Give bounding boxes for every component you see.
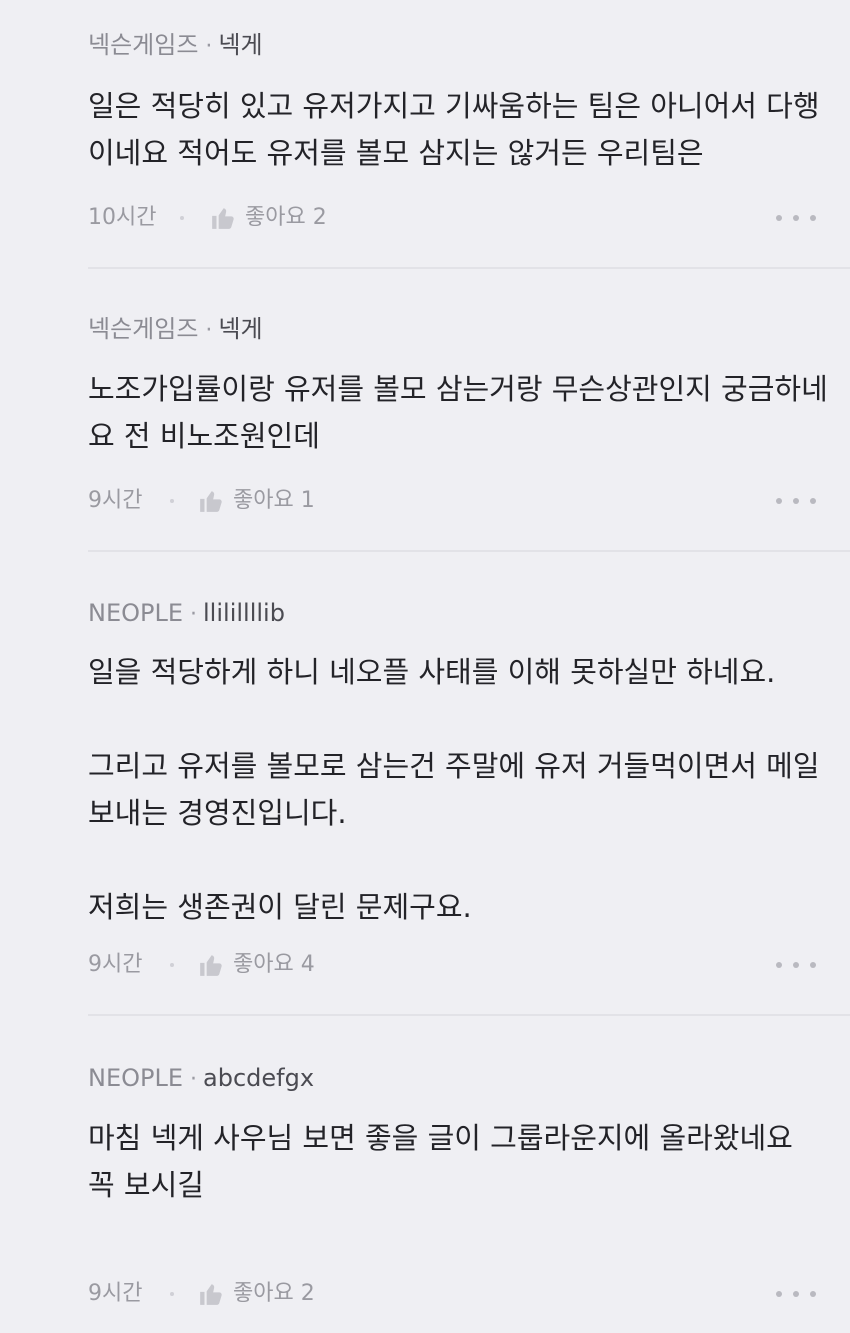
comment-footer: 9시간 좋아요 2 — [88, 1274, 816, 1314]
footer-separator — [170, 499, 174, 503]
comment-time: 9시간 — [88, 1281, 143, 1306]
company-name: NEOPLE — [88, 599, 184, 627]
comment-divider — [88, 267, 850, 269]
like-button[interactable]: 좋아요 2 — [210, 198, 327, 238]
meta-separator: · — [190, 602, 198, 627]
like-button[interactable]: 좋아요 2 — [198, 1274, 315, 1314]
more-dot — [793, 215, 799, 221]
comment-footer: 9시간 좋아요 4 — [88, 945, 816, 985]
more-options-button[interactable] — [776, 487, 816, 515]
comment-text: 마침 넥게 사우님 보면 좋을 글이 그룹라운지에 올라왔네요 꼭 보시길 — [88, 1121, 793, 1202]
author-name[interactable]: 넥게 — [218, 315, 262, 343]
like-label: 좋아요 2 — [233, 1281, 315, 1306]
thumbs-up-icon — [198, 488, 224, 514]
comment-meta: NEOPLE · abcdefgx — [88, 1061, 314, 1095]
comment-feed: 넥슨게임즈 · 넥게 일은 적당히 있고 유저가지고 기싸움하는 팀은 아니어서 다… — [0, 0, 850, 1333]
thumbs-up-icon — [210, 205, 236, 231]
comment-divider — [88, 1014, 850, 1016]
comment-text: 일은 적당히 있고 유저가지고 기싸움하는 팀은 아니어서 다행이네요 적어도 … — [88, 89, 820, 170]
thumbs-up-icon — [198, 1281, 224, 1307]
more-dot — [793, 1291, 799, 1297]
meta-separator: · — [205, 34, 213, 59]
more-options-button[interactable] — [776, 204, 816, 232]
comment-meta: 넥슨게임즈 · 넥게 — [88, 28, 263, 62]
more-dot — [810, 215, 816, 221]
more-dot — [776, 1291, 782, 1297]
like-button[interactable]: 좋아요 4 — [198, 945, 315, 985]
comment-footer: 10시간 좋아요 2 — [88, 198, 816, 238]
comment-meta: 넥슨게임즈 · 넥게 — [88, 312, 263, 346]
like-button[interactable]: 좋아요 1 — [198, 481, 315, 521]
more-dot — [793, 962, 799, 968]
more-options-button[interactable] — [776, 1280, 816, 1308]
author-name[interactable]: abcdefgx — [203, 1064, 314, 1092]
comment-divider — [88, 550, 850, 552]
more-dot — [810, 962, 816, 968]
meta-separator: · — [190, 1067, 198, 1092]
like-count: 2 — [300, 1281, 315, 1306]
author-name[interactable]: 넥게 — [218, 31, 262, 59]
more-dot — [793, 498, 799, 504]
more-dot — [776, 215, 782, 221]
comment-time: 10시간 — [88, 205, 157, 230]
more-options-button[interactable] — [776, 951, 816, 979]
like-label: 좋아요 4 — [233, 952, 315, 977]
company-name: 넥슨게임즈 — [88, 315, 199, 343]
like-label: 좋아요 2 — [245, 205, 327, 230]
company-name: NEOPLE — [88, 1064, 184, 1092]
like-label: 좋아요 1 — [233, 488, 315, 513]
comment-footer: 9시간 좋아요 1 — [88, 481, 816, 521]
like-count: 4 — [300, 952, 315, 977]
meta-separator: · — [205, 318, 213, 343]
author-name[interactable]: llilillllib — [203, 599, 285, 627]
comment-meta: NEOPLE · llilillllib — [88, 596, 285, 630]
like-count: 2 — [312, 205, 327, 230]
more-dot — [810, 1291, 816, 1297]
more-dot — [776, 962, 782, 968]
more-dot — [776, 498, 782, 504]
like-count: 1 — [300, 488, 315, 513]
more-dot — [810, 498, 816, 504]
footer-separator — [170, 1292, 174, 1296]
company-name: 넥슨게임즈 — [88, 31, 199, 59]
footer-separator — [180, 216, 184, 220]
footer-separator — [170, 963, 174, 967]
comment-time: 9시간 — [88, 488, 143, 513]
comment-text: 노조가입률이랑 유저를 볼모 삼는거랑 무슨상관인지 궁금하네요 전 비노조원인… — [88, 372, 828, 453]
comment-time: 9시간 — [88, 952, 143, 977]
thumbs-up-icon — [198, 952, 224, 978]
comment-text: 일을 적당하게 하니 네오플 사태를 이해 못하실만 하네요. 그리고 유저를 … — [88, 655, 820, 924]
